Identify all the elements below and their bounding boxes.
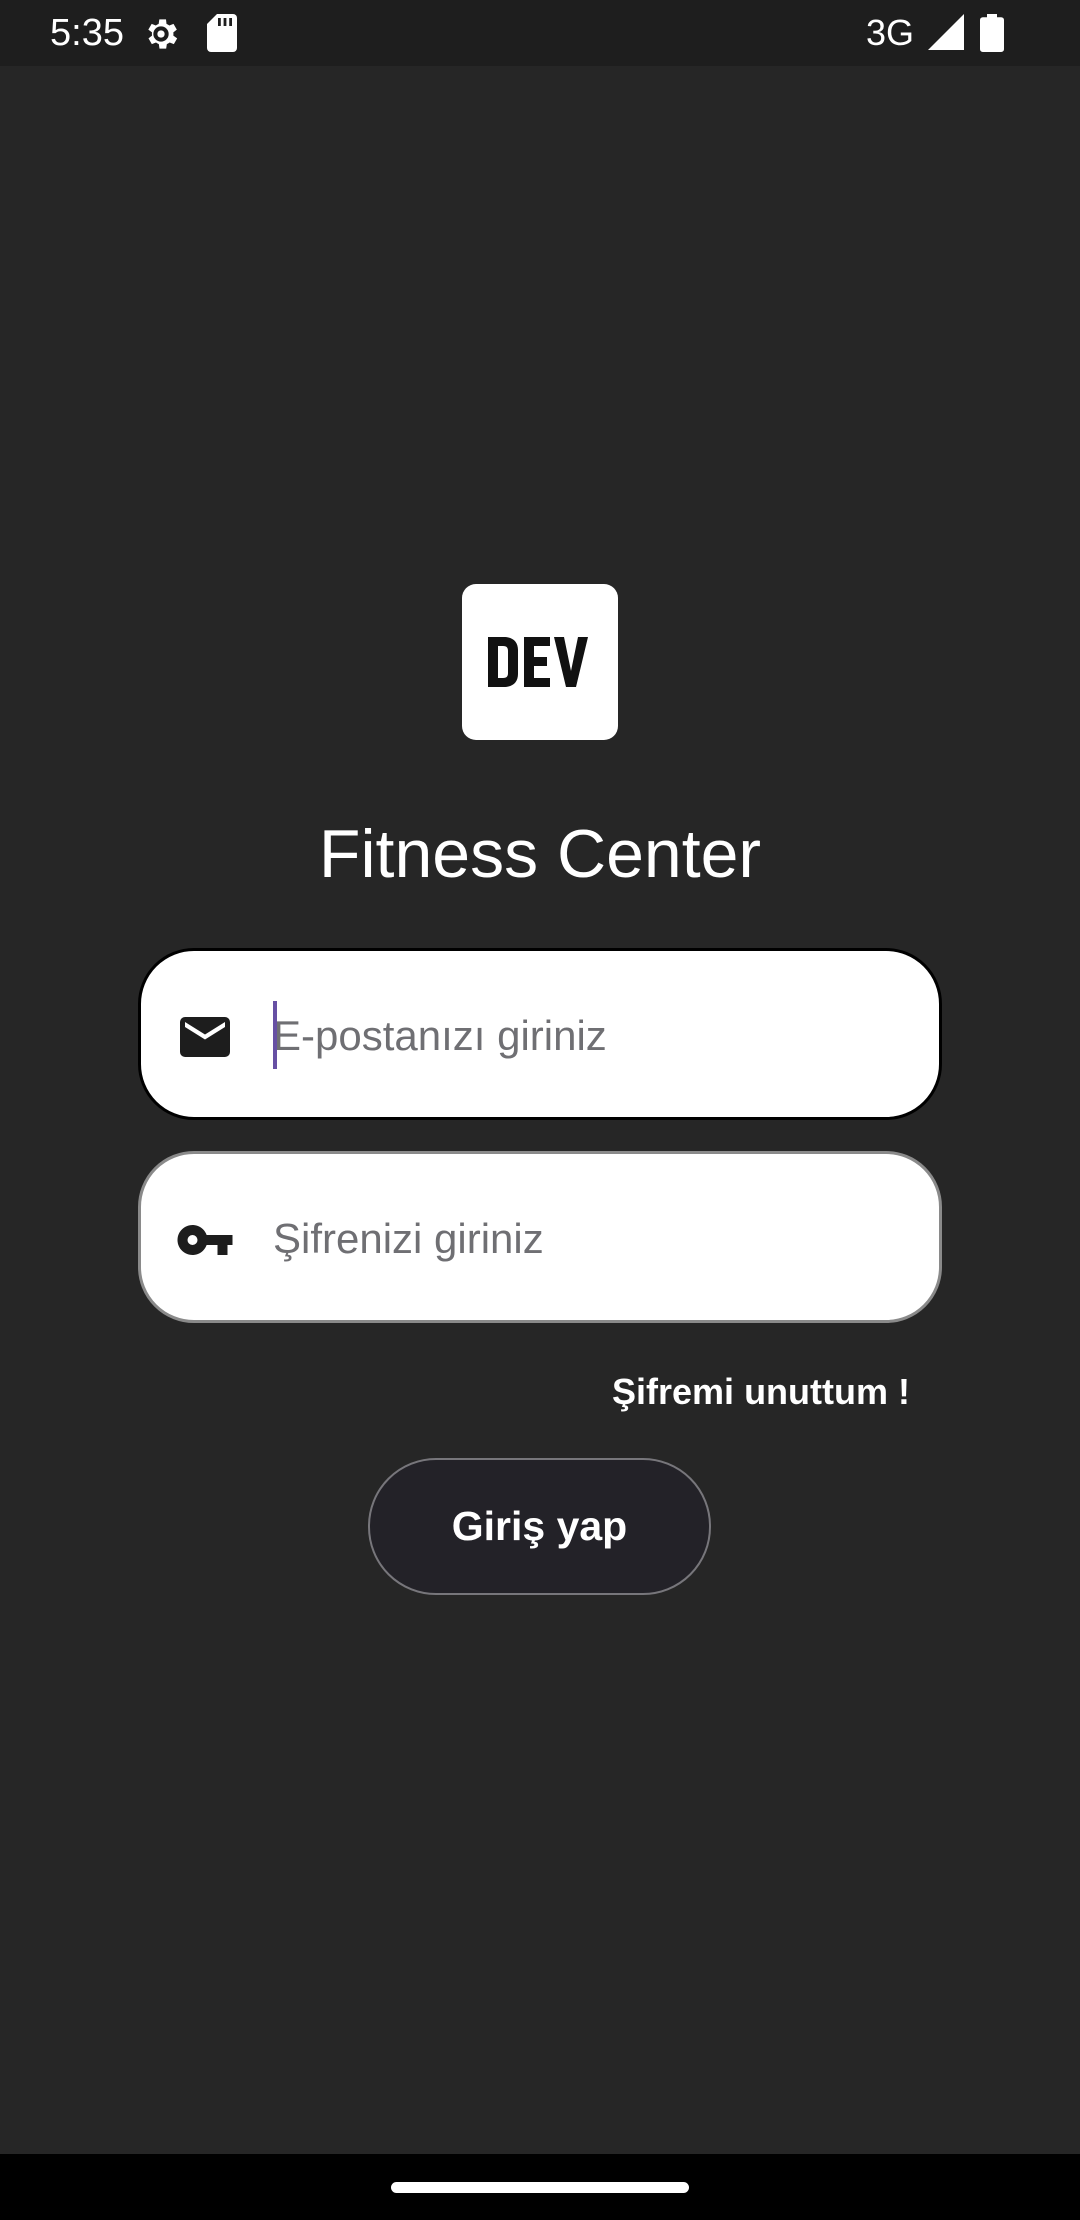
network-type: 3G (866, 12, 915, 53)
settings-gear-icon (148, 19, 178, 49)
battery-icon (980, 14, 1004, 52)
password-field[interactable] (138, 1151, 942, 1323)
text-cursor (273, 1001, 277, 1069)
login-screen: 5:35 3G Fitness Center E-postanızı girin… (0, 0, 1080, 2220)
signal-icon (928, 14, 964, 50)
email-field[interactable] (138, 948, 942, 1120)
app-title: Fitness Center (318, 816, 762, 892)
dev-logo-mark (488, 637, 588, 687)
forgot-password-link[interactable]: Şifremi unuttum ! (612, 1364, 910, 1420)
dev-logo (462, 584, 618, 740)
status-bar: 5:35 3G (0, 0, 1080, 66)
key-icon (177, 1225, 233, 1255)
password-input[interactable] (273, 1194, 903, 1284)
sd-card-icon (207, 14, 237, 52)
status-time: 5:35 (50, 12, 124, 54)
email-input[interactable] (273, 991, 903, 1081)
home-indicator[interactable] (391, 2182, 689, 2193)
mail-icon (180, 1017, 230, 1057)
login-button[interactable]: Giriş yap (368, 1458, 711, 1595)
